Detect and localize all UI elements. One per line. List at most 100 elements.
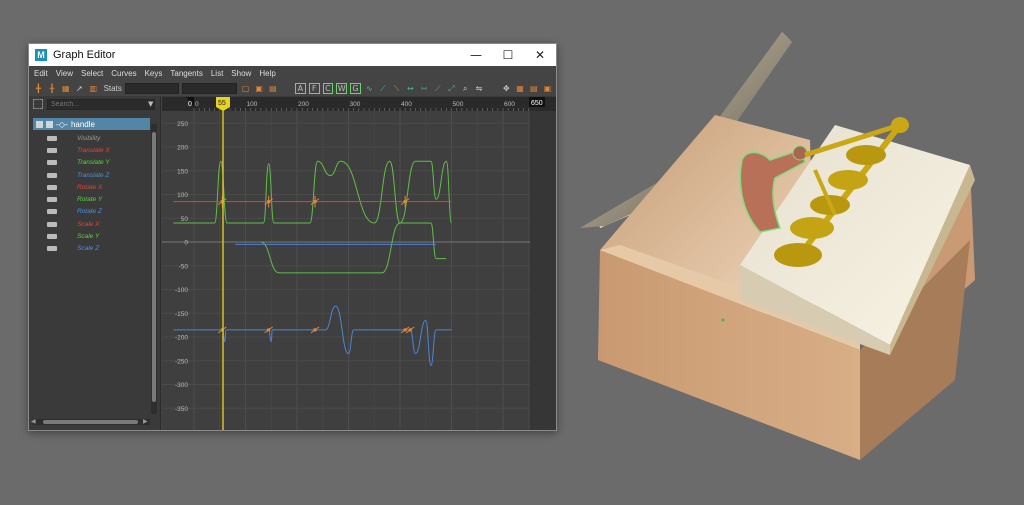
attribute-row[interactable]: Rotate Z (47, 206, 147, 218)
attribute-label: Scale Y (77, 233, 100, 241)
curve-channel-icon (47, 172, 57, 178)
out-of-range-region (530, 111, 556, 430)
search-input[interactable] (47, 98, 155, 110)
value-axis-tick-label: -50 (179, 263, 189, 270)
node-toggle[interactable] (46, 120, 53, 128)
curve-channel-icon (47, 184, 57, 190)
search-dropdown-icon[interactable]: ▼ (148, 100, 153, 108)
clamped-tangent-icon[interactable]: C (322, 83, 334, 94)
stepped-tangent-icon[interactable]: ⟍ (391, 83, 402, 94)
value-axis-tick-label: -250 (175, 358, 188, 365)
keyframe-marker[interactable] (403, 328, 407, 332)
attribute-row[interactable]: Rotate X (47, 181, 147, 193)
curve-zoom-icon[interactable]: ⌕ (460, 83, 471, 94)
keyframe-marker[interactable] (408, 328, 412, 332)
blue-curve-rotate[interactable] (173, 305, 452, 367)
linear-tangent-icon[interactable]: ⟋ (378, 83, 389, 94)
node-checkbox[interactable] (36, 120, 43, 128)
node-label: handle (70, 119, 95, 129)
frame-playback-icon[interactable]: ▤ (268, 83, 279, 94)
menu-view[interactable]: View (56, 69, 73, 78)
lock-weight-icon[interactable]: ⤢ (446, 83, 457, 94)
spacer-icon (281, 83, 292, 94)
frame-selection-icon[interactable]: ▣ (254, 83, 265, 94)
scroll-right-arrow-icon[interactable]: ▶ (143, 418, 148, 425)
scroll-left-arrow-icon[interactable]: ◀ (31, 418, 36, 425)
cam-disc-5 (774, 243, 822, 267)
free-weight-icon[interactable]: ⟋ (432, 83, 443, 94)
stats-label: Stats (103, 84, 122, 93)
attribute-label: Translate Z (77, 171, 110, 179)
time-axis-tick-label: 400 (401, 101, 412, 108)
select-tool-icon[interactable]: ➚ (74, 83, 85, 94)
trax-editor-icon[interactable]: ▤ (528, 83, 539, 94)
pivot-point (721, 318, 725, 322)
time-axis-tick-label: 100 (247, 101, 258, 108)
outliner-horizontal-scrollbar[interactable] (33, 419, 150, 425)
menu-select[interactable]: Select (81, 69, 103, 78)
minimize-button[interactable]: — (460, 44, 492, 66)
maximize-button[interactable]: ☐ (492, 44, 524, 66)
curve-channel-icon (47, 160, 57, 166)
break-tangent-icon[interactable]: ↔ (405, 83, 416, 94)
stats-value-field[interactable] (182, 83, 238, 94)
unify-tangent-icon[interactable]: ⇿ (419, 83, 430, 94)
cam-disc-2 (828, 170, 868, 190)
keyframe-marker[interactable] (313, 328, 317, 332)
menu-keys[interactable]: Keys (145, 69, 163, 78)
value-axis-tick-label: -200 (175, 335, 188, 342)
filter-icon[interactable] (33, 99, 43, 109)
menu-tangents[interactable]: Tangents (170, 69, 202, 78)
lattice-deform-icon[interactable]: ▦ (60, 83, 71, 94)
attribute-row[interactable]: Visibility (47, 132, 147, 144)
time-editor-icon[interactable]: ▣ (542, 83, 553, 94)
keyframe-marker[interactable] (267, 328, 271, 332)
menu-curves[interactable]: Curves (111, 69, 136, 78)
attribute-row[interactable]: Scale Y (47, 230, 147, 242)
curve-graph[interactable]: 250200150100500-50-100-150-200-250-300-3… (162, 97, 556, 431)
outliner-node-handle[interactable]: -◇- handle (33, 118, 150, 130)
attribute-label: Translate Y (77, 159, 110, 167)
menu-help[interactable]: Help (259, 69, 275, 78)
attribute-row[interactable]: Translate Y (47, 157, 147, 169)
value-axis-tick-label: -350 (175, 406, 188, 413)
attribute-row[interactable]: Rotate Y (47, 193, 147, 205)
move-key-tool-icon[interactable]: ╋ (33, 83, 44, 94)
spline-tangent-icon[interactable]: ∿ (364, 83, 375, 94)
vertical-scroll-thumb[interactable] (152, 132, 156, 402)
joint-node-icon: -◇- (56, 119, 68, 129)
outliner-vertical-scrollbar[interactable] (151, 124, 157, 414)
flat-tangent-icon[interactable]: F (308, 83, 320, 94)
time-axis-tick-label: 0 (195, 101, 199, 108)
menu-edit[interactable]: Edit (34, 69, 48, 78)
close-button[interactable]: ✕ (524, 44, 556, 66)
value-axis-tick-label: -100 (175, 287, 188, 294)
menu-show[interactable]: Show (231, 69, 251, 78)
title-bar[interactable]: M Graph Editor — ☐ ✕ (29, 44, 556, 66)
insert-key-tool-icon[interactable]: ╫ (47, 83, 58, 94)
weighted-tangent-icon[interactable]: W (336, 83, 348, 94)
auto-tangent-icon[interactable]: A (294, 83, 306, 94)
viewport-scene[interactable] (560, 0, 1024, 505)
handle-knob[interactable] (891, 117, 909, 133)
plateau-tangent-icon[interactable]: G (350, 83, 361, 94)
attribute-row[interactable]: Translate X (47, 144, 147, 156)
stats-time-field[interactable] (124, 83, 180, 94)
attribute-row[interactable]: Scale X (47, 218, 147, 230)
attribute-row[interactable]: Translate Z (47, 169, 147, 181)
attribute-label: Rotate Y (77, 196, 103, 204)
graph-grid (162, 111, 556, 430)
horizontal-scroll-thumb[interactable] (43, 420, 138, 424)
graph-view[interactable]: 250 200 150 100 50 0 -50 -100 -150 -200 -250 -300 -3… (162, 97, 556, 431)
attribute-label: Translate X (77, 146, 110, 154)
curve-snap-icon[interactable]: ⇋ (474, 83, 485, 94)
dope-sheet-icon[interactable]: ▦ (515, 83, 526, 94)
menu-list[interactable]: List (211, 69, 223, 78)
region-tool-icon[interactable]: ▥ (88, 83, 99, 94)
move-view-icon[interactable]: ✥ (501, 83, 512, 94)
value-axis-labels: 250 200 150 100 50 0 -50 -100 -150 -200 -250 -300 -3… (175, 121, 188, 413)
time-axis-tick-label: 300 (350, 101, 361, 108)
attribute-row[interactable]: Scale Z (47, 243, 147, 255)
attribute-label: Scale X (77, 220, 100, 228)
frame-all-icon[interactable]: ▢ (240, 83, 251, 94)
